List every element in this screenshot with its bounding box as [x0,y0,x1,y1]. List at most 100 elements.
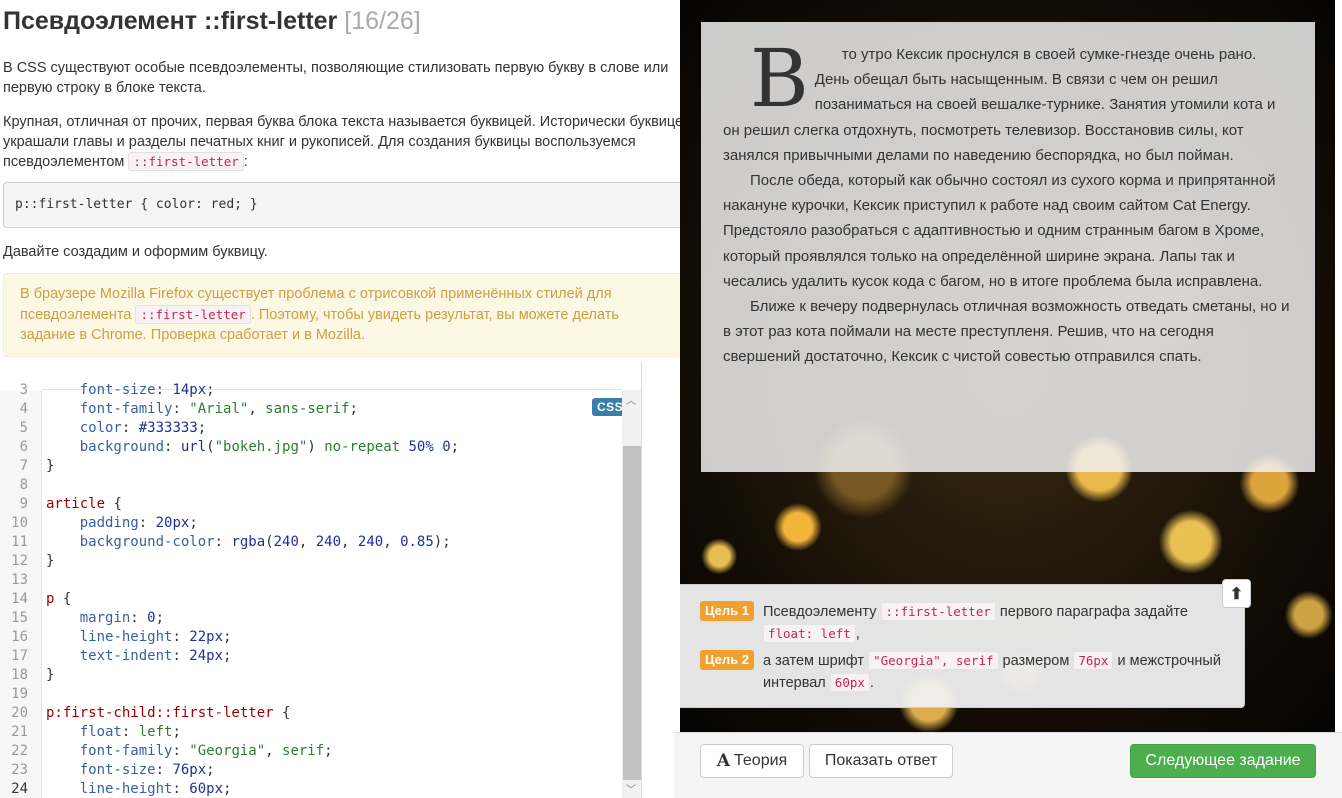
line-code: float: left; [79,724,181,740]
editor-scrollbar[interactable]: ︿ ﹀ [622,390,641,798]
code-line[interactable]: 11 background-color: rgba(240, 240, 240,… [0,533,622,552]
line-number: 6 [19,439,28,455]
line-code: } [46,553,55,569]
theory-text: : [243,154,248,170]
theory-paragraph-1: В CSS существуют особые псевдоэлементы, … [3,60,669,96]
line-number: 17 [11,648,28,664]
line-number: 12 [11,553,28,569]
line-number: 7 [19,458,28,474]
goal-text-part: размером [998,653,1074,669]
line-code: background: url("bokeh.jpg") no-repeat 5… [79,439,460,455]
goal-text-part: Псевдоэлементу [762,604,881,620]
line-code: font-size: 14px; [79,382,215,398]
arrow-up-icon[interactable]: ⬆ [1222,579,1251,608]
line-code: padding: 20px; [79,515,198,531]
code-line[interactable]: 22 font-family: "Georgia", serif; [0,742,622,761]
code-line[interactable]: 24 line-height: 60px; [0,780,622,798]
line-number: 24 [11,781,28,797]
code-line[interactable]: 12} [0,552,622,571]
line-number: 16 [11,629,28,645]
line-number: 4 [19,401,28,417]
warning-alert: В браузере Mozilla Firefox существует пр… [3,273,693,357]
line-code: line-height: 60px; [79,781,232,797]
inline-code: ::first-letter [880,602,996,621]
inline-code: "Georgia", serif [868,651,999,670]
code-line[interactable]: 13 [0,571,622,590]
result-preview: Вто утро Кексик проснулся в своей сумке-… [680,0,1335,732]
line-code: article { [46,496,122,512]
goal-text-part: а затем шрифт [762,653,869,669]
code-line[interactable]: 21 float: left; [0,723,622,742]
editor-lines[interactable]: 3 font-size: 14px; 4 font-family: "Arial"… [0,381,622,798]
scroll-up-icon[interactable]: ︿ [626,392,636,407]
inline-code: 76px [1073,651,1114,670]
code-line[interactable]: 4 font-family: "Arial", sans-serif; [0,400,622,419]
line-code: font-size: 76px; [79,762,215,778]
line-code: line-height: 22px; [79,629,232,645]
preview-article: Вто утро Кексик проснулся в своей сумке-… [701,22,1315,472]
code-line[interactable]: 7} [0,457,622,476]
line-code: background-color: rgba(240, 240, 240, 0.… [79,534,451,550]
line-code: font-family: "Georgia", serif; [79,743,333,759]
code-line[interactable]: 10 padding: 20px; [0,514,622,533]
goal-text-part: первого параграфа задайте [995,604,1188,620]
code-line[interactable]: 6 background: url("bokeh.jpg") no-repeat… [0,438,622,457]
line-number: 14 [11,591,28,607]
line-number: 10 [11,515,28,531]
inline-code: ::first-letter [128,152,244,171]
line-number: 3 [19,382,28,398]
inline-code: ::first-letter [135,304,251,324]
code-line[interactable]: 16 line-height: 22px; [0,628,622,647]
line-number: 21 [11,724,28,740]
action-bar: A Теория Показать ответ Следующее задание [674,732,1342,798]
code-editor[interactable]: 3 font-size: 14px; 4 font-family: "Arial"… [0,362,642,798]
drop-cap: В [750,32,809,125]
title-text: Псевдоэлемент ::first-letter [3,7,338,35]
line-code: margin: 0; [79,610,165,626]
goals-panel: ⬆ Цель 1 Псевдоэлементу ::first-letter п… [680,579,1251,708]
theory-paragraph-3: Давайте создадим и оформим буквицу. [3,244,268,260]
scrollbar-thumb[interactable] [623,446,641,780]
show-answer-button[interactable]: Показать ответ [809,744,953,778]
line-code: } [46,667,55,683]
code-line[interactable]: 3 font-size: 14px; [0,381,622,400]
goal-2: Цель 2 а затем шрифт "Georgia", serif ра… [700,650,1230,694]
goal-1: Цель 1 Псевдоэлементу ::first-letter пер… [700,601,1230,645]
code-line[interactable]: 8 [0,476,622,495]
line-number: 9 [19,496,28,512]
preview-paragraph-2: После обеда, который как обычно состоял … [723,172,1276,290]
code-line[interactable]: 5 color: #333333; [0,419,622,438]
scroll-down-icon[interactable]: ﹀ [626,781,636,796]
goal-badge: Цель 2 [700,650,754,670]
code-line[interactable]: 15 margin: 0; [0,609,622,628]
line-code: } [46,458,55,474]
line-code: text-indent: 24px; [79,648,232,664]
task-counter: [16/26] [344,7,421,35]
theory-button[interactable]: A Теория [700,744,804,778]
line-number: 18 [11,667,28,683]
line-number: 5 [19,420,28,436]
code-line[interactable]: 19 [0,685,622,704]
next-task-button[interactable]: Следующее задание [1130,744,1316,778]
code-line[interactable]: 23 font-size: 76px; [0,761,622,780]
font-a-icon: A [716,751,731,771]
line-number: 11 [11,534,28,550]
code-line[interactable]: 9 article { [0,495,622,514]
code-line[interactable]: 17 text-indent: 24px; [0,647,622,666]
line-number: 23 [11,762,28,778]
line-number: 13 [11,572,28,588]
line-code: p:first-child::first-letter { [46,705,291,721]
goal-text: Псевдоэлементу ::first-letter первого па… [762,601,1230,645]
line-code: color: #333333; [79,420,207,436]
goal-text-part: , [855,626,860,642]
code-line[interactable]: 14 p { [0,590,622,609]
theory-panel: Псевдоэлемент ::first-letter [16/26] В C… [0,0,700,360]
theory-button-label: Теория [734,752,788,769]
inline-code: 60px [829,673,870,692]
line-code: p { [46,591,72,607]
code-line[interactable]: 20 p:first-child::first-letter { [0,704,622,723]
goal-text-part: . [869,675,874,691]
line-number: 19 [11,686,28,702]
goal-badge: Цель 1 [700,601,754,621]
code-line[interactable]: 18} [0,666,622,685]
